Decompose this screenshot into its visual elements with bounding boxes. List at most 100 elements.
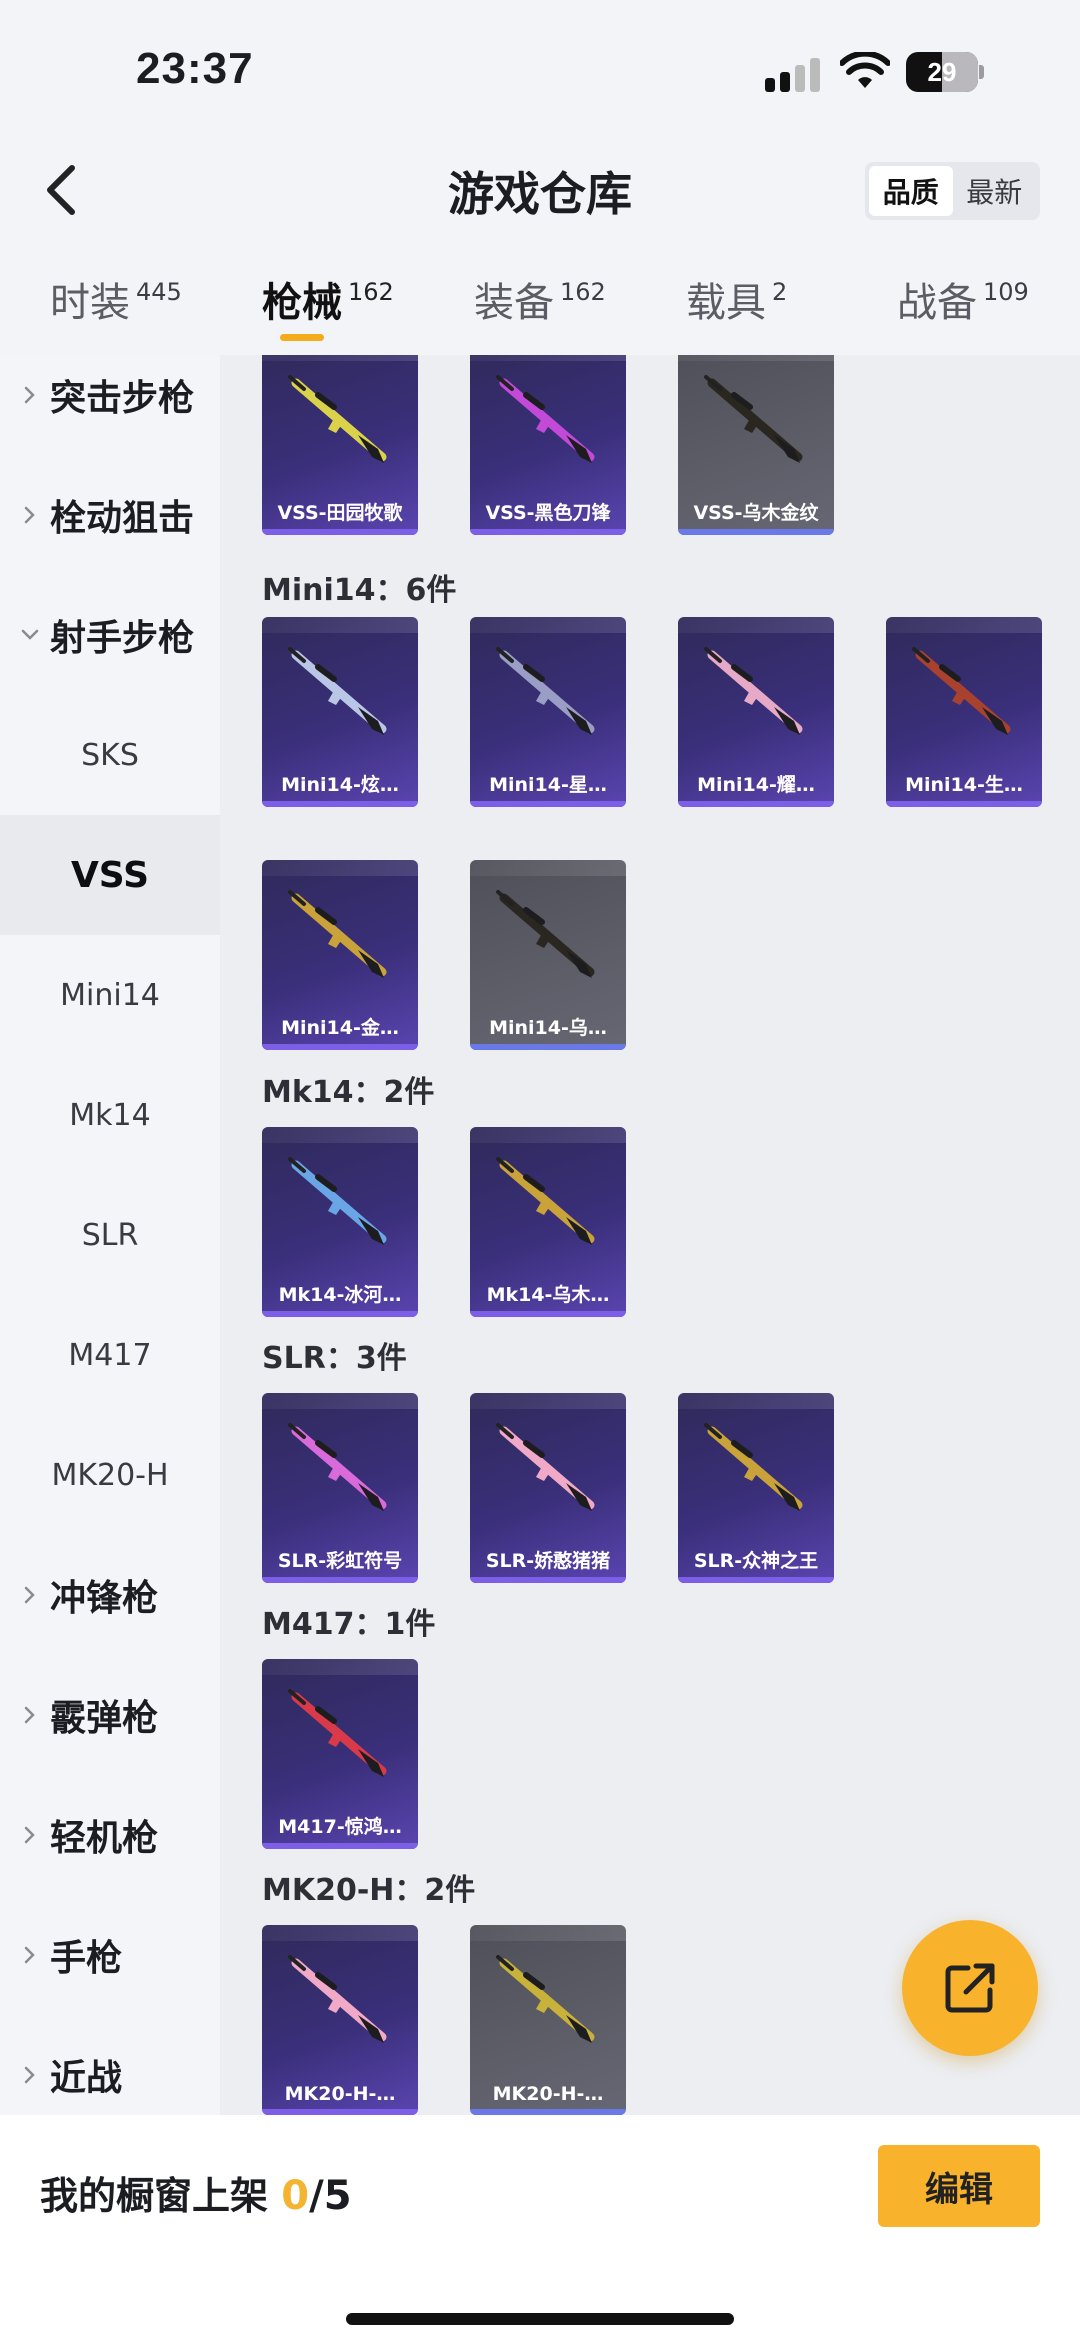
sidebar-item-7[interactable]: SLR: [0, 1175, 220, 1295]
sidebar-item-label: 轻机枪: [50, 1818, 159, 1859]
weapon-card[interactable]: SLR-彩虹符号: [262, 1393, 418, 1583]
share-button[interactable]: [902, 1920, 1038, 2056]
weapon-name: M417-惊鸿…: [278, 1816, 402, 1838]
sidebar-item-11[interactable]: 霰弹枪: [0, 1655, 220, 1775]
sidebar-item-label: VSS: [70, 854, 150, 896]
tab-supplies[interactable]: 战备 109: [897, 270, 1029, 350]
weapon-name: SLR-彩虹符号: [277, 1550, 403, 1572]
tab-equipment[interactable]: 装备 162: [474, 270, 606, 350]
sidebar-item-14[interactable]: 近战: [0, 2015, 220, 2115]
home-indicator: [346, 2313, 734, 2325]
weapon-card[interactable]: VSS-乌木金纹: [678, 355, 834, 535]
chevron-right-icon: [20, 505, 40, 525]
group-title: M417：1件: [262, 1607, 436, 1642]
sidebar-item-label: M417: [68, 1337, 152, 1373]
sidebar-item-2[interactable]: 射手步枪: [0, 575, 220, 695]
rifle-icon: [288, 647, 387, 735]
sidebar-item-label: 冲锋枪: [50, 1578, 159, 1619]
weapon-card[interactable]: Mini14-炫…: [262, 617, 418, 807]
rifle-icon: [496, 375, 595, 463]
weapon-name: Mk14-乌木…: [486, 1284, 610, 1306]
status-bar: 23:37 29: [0, 0, 1080, 140]
showcase-total-count: /5: [309, 2173, 352, 2219]
rifle-icon: [288, 1955, 387, 2043]
rifle-icon: [288, 1689, 387, 1777]
sort-latest-button[interactable]: 最新: [953, 166, 1037, 216]
sidebar-item-9[interactable]: MK20-H: [0, 1415, 220, 1535]
sidebar-item-1[interactable]: 栓动狙击: [0, 455, 220, 575]
sidebar-item-label: 手枪: [50, 1938, 123, 1979]
weapon-card[interactable]: Mini14-乌…: [470, 860, 626, 1050]
rifle-icon: [496, 1423, 595, 1511]
sidebar-item-label: 突击步枪: [50, 378, 195, 419]
weapon-name: MK20-H-…: [284, 2083, 396, 2105]
sidebar-item-3[interactable]: SKS: [0, 695, 220, 815]
weapon-card[interactable]: SLR-众神之王: [678, 1393, 834, 1583]
tab-count: 2: [772, 278, 788, 306]
tab-label: 载具: [686, 280, 766, 326]
status-time: 23:37: [136, 44, 254, 93]
rifle-icon: [704, 1423, 803, 1511]
sidebar-item-0[interactable]: 突击步枪: [0, 355, 220, 455]
wifi-icon: [840, 52, 890, 88]
rifle-icon: [912, 647, 1011, 735]
rifle-icon: [496, 890, 595, 978]
sidebar-item-12[interactable]: 轻机枪: [0, 1775, 220, 1895]
cellular-signal-icon: [765, 56, 823, 92]
weapon-name: SLR-娇憨猪猪: [485, 1550, 611, 1572]
weapon-name: VSS-黑色刀锋: [485, 502, 611, 524]
weapon-name: Mini14-耀…: [697, 774, 815, 796]
tab-count: 162: [560, 278, 606, 306]
tab-label: 装备: [474, 280, 554, 326]
weapon-name: MK20-H-…: [492, 2083, 604, 2105]
rifle-icon: [704, 375, 803, 463]
weapon-card[interactable]: Mini14-生…: [886, 617, 1042, 807]
chevron-right-icon: [20, 1585, 40, 1605]
sidebar-item-6[interactable]: Mk14: [0, 1055, 220, 1175]
category-tabs: 时装 445 枪械 162 装备 162 载具 2 战备 109: [0, 270, 1080, 350]
sidebar-item-label: MK20-H: [51, 1457, 169, 1493]
weapon-card[interactable]: Mini14-耀…: [678, 617, 834, 807]
weapon-card[interactable]: M417-惊鸿…: [262, 1659, 418, 1849]
tab-fashion[interactable]: 时装 445: [50, 270, 182, 350]
sidebar-item-label: SKS: [81, 737, 139, 773]
chevron-right-icon: [20, 2065, 40, 2085]
weapon-category-sidebar: 突击步枪栓动狙击 射手步枪 SKS VSS Mini14 Mk14 SLR M417 MK20-…: [0, 355, 220, 2115]
weapon-card[interactable]: SLR-娇憨猪猪: [470, 1393, 626, 1583]
weapon-name: Mini14-星…: [489, 774, 607, 796]
sidebar-item-4[interactable]: VSS: [0, 815, 220, 935]
showcase-label: 我的橱窗上架: [40, 2174, 269, 2218]
weapon-card[interactable]: Mini14-星…: [470, 617, 626, 807]
rifle-icon: [496, 1955, 595, 2043]
rifle-icon: [704, 647, 803, 735]
chevron-left-icon: [47, 165, 75, 215]
chevron-right-icon: [20, 385, 40, 405]
weapon-card[interactable]: VSS-田园牧歌: [262, 355, 418, 535]
sidebar-item-10[interactable]: 冲锋枪: [0, 1535, 220, 1655]
chevron-right-icon: [20, 1945, 40, 1965]
sidebar-item-8[interactable]: M417: [0, 1295, 220, 1415]
group-title: MK20-H：2件: [262, 1873, 476, 1908]
rifle-icon: [496, 1157, 595, 1245]
edit-button[interactable]: 编辑: [878, 2145, 1040, 2227]
weapon-card[interactable]: Mini14-金…: [262, 860, 418, 1050]
tab-label: 时装: [50, 280, 130, 326]
weapon-card[interactable]: MK20-H-…: [262, 1925, 418, 2115]
weapon-card[interactable]: VSS-黑色刀锋: [470, 355, 626, 535]
tab-label: 枪械: [262, 280, 342, 326]
weapon-name: SLR-众神之王: [693, 1550, 819, 1572]
sort-quality-button[interactable]: 品质: [869, 166, 953, 216]
battery-level: 29: [927, 57, 957, 87]
weapon-grid: VSS-田园牧歌 VSS-黑色刀锋 VSS-乌木金纹 Mini14：6件 Mini14-…: [220, 355, 1080, 2115]
sidebar-item-13[interactable]: 手枪: [0, 1895, 220, 2015]
weapon-name: Mini14-金…: [281, 1017, 399, 1039]
showcase-status: 我的橱窗上架 0/5: [40, 2165, 352, 2220]
bottom-bar: 我的橱窗上架 0/5 编辑: [0, 2115, 1080, 2341]
weapon-card[interactable]: Mk14-乌木…: [470, 1127, 626, 1317]
sidebar-item-label: 霰弹枪: [50, 1698, 159, 1739]
back-button[interactable]: [38, 160, 88, 220]
tab-vehicles[interactable]: 载具 2: [686, 270, 787, 350]
weapon-card[interactable]: Mk14-冰河…: [262, 1127, 418, 1317]
weapon-card[interactable]: MK20-H-…: [470, 1925, 626, 2115]
sidebar-item-5[interactable]: Mini14: [0, 935, 220, 1055]
